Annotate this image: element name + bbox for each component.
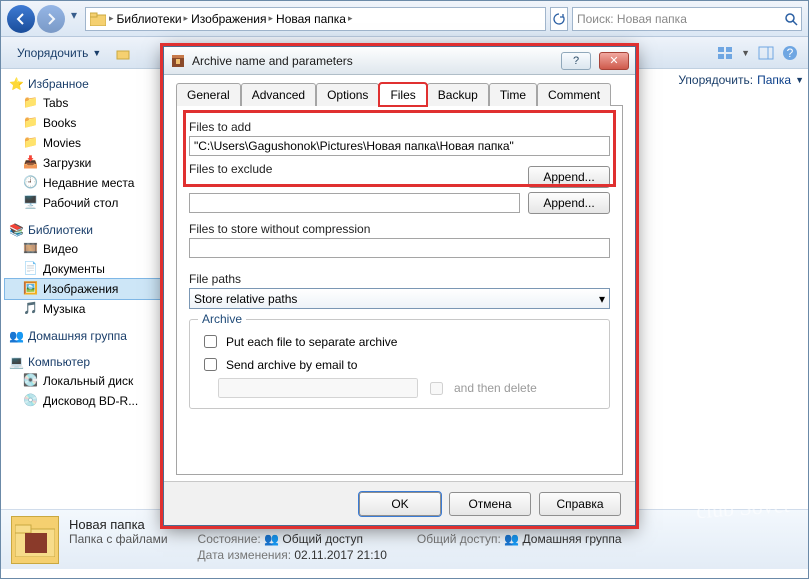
preview-pane-icon[interactable]	[758, 45, 774, 61]
dialog-titlebar[interactable]: Archive name and parameters ? ✕	[164, 47, 635, 75]
chk-separate[interactable]: Put each file to separate archive	[200, 332, 599, 351]
organize-menu[interactable]: Упорядочить ▼	[11, 44, 107, 62]
email-input[interactable]	[218, 378, 418, 398]
groupbox-title: Archive	[198, 312, 246, 326]
tab-strip: General Advanced Options Files Backup Ti…	[176, 83, 623, 106]
sidebar-item[interactable]: 💿Дисковод BD-R...	[5, 391, 166, 411]
sidebar-item[interactable]: 🕘Недавние места	[5, 173, 166, 193]
append-add-button[interactable]: Append...	[528, 166, 610, 188]
tab-files[interactable]: Files	[379, 83, 426, 106]
sidebar-item[interactable]: 📄Документы	[5, 259, 166, 279]
file-paths-select[interactable]: Store relative paths ▾	[189, 288, 610, 309]
downloads-icon: 📥	[23, 155, 39, 171]
sidebar-item[interactable]: 📁Movies	[5, 133, 166, 153]
refresh-button[interactable]	[550, 7, 568, 31]
sidebar-group-computer[interactable]: 💻Компьютер	[5, 353, 166, 371]
nav-forward-button[interactable]	[37, 5, 65, 33]
folder-icon: 📁	[23, 135, 39, 151]
sidebar-item[interactable]: 📁Books	[5, 113, 166, 133]
nav-history-dropdown[interactable]: ▾	[67, 5, 81, 25]
tab-pane-files: Files to add Files to exclude Append... …	[176, 105, 623, 475]
tab-comment[interactable]: Comment	[537, 83, 611, 106]
share-icon: 👥	[264, 532, 279, 546]
chk-email-box[interactable]	[204, 358, 217, 371]
sidebar-item[interactable]: 🎵Музыка	[5, 299, 166, 319]
tab-time[interactable]: Time	[489, 83, 537, 106]
image-icon: 🖼️	[23, 281, 39, 297]
help-button[interactable]: ?	[561, 52, 591, 70]
sidebar-item-images[interactable]: 🖼️Изображения	[5, 279, 166, 299]
recent-icon: 🕘	[23, 175, 39, 191]
svg-text:?: ?	[787, 46, 794, 60]
large-folder-icon	[11, 516, 59, 564]
tab-backup[interactable]: Backup	[427, 83, 489, 106]
homegroup-icon: 👥	[9, 329, 24, 343]
dialog-title: Archive name and parameters	[192, 54, 553, 68]
files-add-label: Files to add	[189, 120, 610, 134]
chk-separate-box[interactable]	[204, 335, 217, 348]
dialog-body: General Advanced Options Files Backup Ti…	[164, 75, 635, 481]
sort-control[interactable]: Упорядочить: Папка ▼	[678, 73, 804, 87]
sidebar: ⭐Избранное 📁Tabs 📁Books 📁Movies 📥Загрузк…	[1, 69, 171, 509]
desktop-icon: 🖥️	[23, 195, 39, 211]
files-nocmp-input[interactable]	[189, 238, 610, 258]
chk-email[interactable]: Send archive by email to	[200, 355, 599, 374]
files-nocmp-label: Files to store without compression	[189, 222, 610, 236]
computer-icon: 💻	[9, 355, 24, 369]
sidebar-group-favorites[interactable]: ⭐Избранное	[5, 75, 166, 93]
ok-button[interactable]: OK	[359, 492, 441, 516]
archive-groupbox: Archive Put each file to separate archiv…	[189, 319, 610, 409]
breadcrumb-segment[interactable]: Библиотеки▸	[117, 12, 189, 26]
tab-options[interactable]: Options	[316, 83, 379, 106]
close-button[interactable]: ✕	[599, 52, 629, 70]
breadcrumb-segment[interactable]: Изображения▸	[191, 12, 273, 26]
view-options-icon[interactable]	[717, 45, 733, 61]
help-button[interactable]: Справка	[539, 492, 621, 516]
folder-icon	[90, 12, 106, 26]
dialog-footer: OK Отмена Справка	[164, 481, 635, 525]
sidebar-item[interactable]: 🖥️Рабочий стол	[5, 193, 166, 213]
tab-general[interactable]: General	[176, 83, 241, 106]
folder-icon: 📁	[23, 95, 39, 111]
search-icon	[784, 12, 798, 26]
address-bar[interactable]: ▸ Библиотеки▸ Изображения▸ Новая папка▸	[85, 7, 546, 31]
cancel-button[interactable]: Отмена	[449, 492, 531, 516]
nav-arrows: ▾	[7, 5, 81, 33]
help-icon[interactable]: ?	[782, 45, 798, 61]
toolbar-icon[interactable]	[115, 45, 131, 61]
file-paths-label: File paths	[189, 272, 610, 286]
then-delete-label: and then delete	[454, 381, 537, 395]
search-placeholder: Поиск: Новая папка	[577, 12, 687, 26]
nav-back-button[interactable]	[7, 5, 35, 33]
chk-then-delete[interactable]	[430, 382, 443, 395]
files-add-input[interactable]	[189, 136, 610, 156]
document-icon: 📄	[23, 261, 39, 277]
breadcrumb-segment[interactable]: Новая папка▸	[276, 12, 352, 26]
chevron-down-icon: ▾	[599, 292, 605, 306]
winrar-icon	[170, 53, 186, 69]
sidebar-item[interactable]: 🎞️Видео	[5, 239, 166, 259]
folder-icon: 📁	[23, 115, 39, 131]
append-exclude-button[interactable]: Append...	[528, 192, 610, 214]
sidebar-group-libraries[interactable]: 📚Библиотеки	[5, 221, 166, 239]
explorer-nav-bar: ▾ ▸ Библиотеки▸ Изображения▸ Новая папка…	[1, 1, 808, 37]
sidebar-group-homegroup[interactable]: 👥Домашняя группа	[5, 327, 166, 345]
video-icon: 🎞️	[23, 241, 39, 257]
tab-advanced[interactable]: Advanced	[241, 83, 316, 106]
archive-dialog: Archive name and parameters ? ✕ General …	[163, 46, 636, 526]
music-icon: 🎵	[23, 301, 39, 317]
homegroup-icon: 👥	[504, 532, 519, 546]
star-icon: ⭐	[9, 77, 24, 91]
disc-icon: 💿	[23, 393, 39, 409]
libraries-icon: 📚	[9, 223, 24, 237]
sidebar-item[interactable]: 💽Локальный диск	[5, 371, 166, 391]
disk-icon: 💽	[23, 373, 39, 389]
sidebar-item[interactable]: 📁Tabs	[5, 93, 166, 113]
files-exclude-input[interactable]	[189, 193, 520, 213]
search-box[interactable]: Поиск: Новая папка	[572, 7, 802, 31]
sidebar-item[interactable]: 📥Загрузки	[5, 153, 166, 173]
